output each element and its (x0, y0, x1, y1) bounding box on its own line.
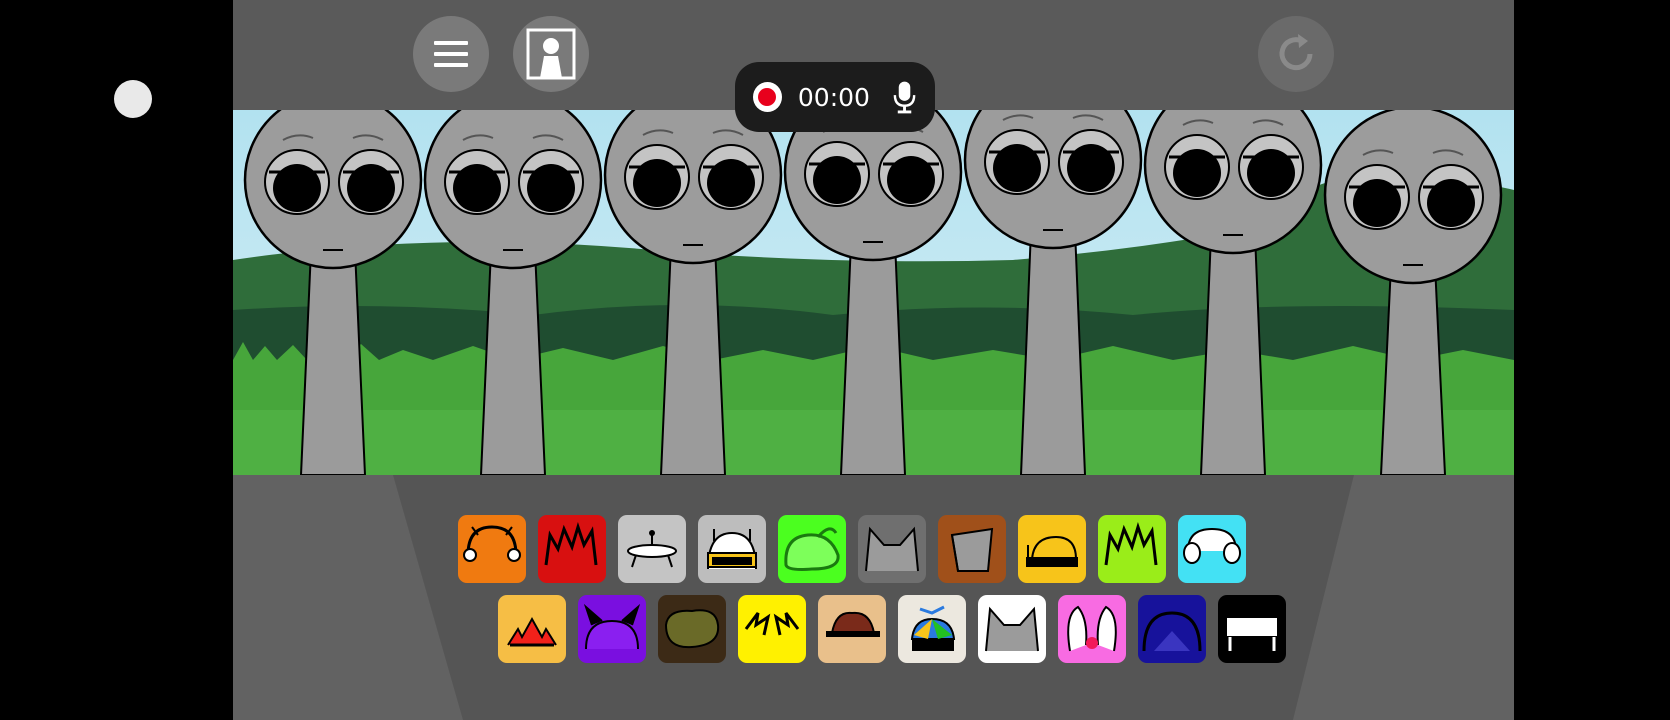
bucket-icon (950, 527, 994, 572)
spiky-hair-icon (1104, 522, 1158, 566)
sound-icon-cyan-earmuffs[interactable] (1178, 515, 1246, 583)
ufo-icon (627, 530, 677, 568)
sound-icon-olive-blob[interactable] (658, 595, 726, 663)
slime-icon (784, 527, 840, 571)
sound-icon-purple-horns[interactable] (578, 595, 646, 663)
sun-hat-icon (507, 616, 557, 647)
icon-row-1 (458, 515, 1246, 583)
horns-icon (583, 603, 641, 650)
side-indicator-dot[interactable] (114, 80, 152, 118)
microphone-icon[interactable] (892, 80, 917, 114)
lightning-icon (744, 612, 800, 636)
cat-ears-icon (985, 606, 1039, 652)
robot-visor-icon (707, 529, 757, 570)
sound-icon-pink-bunny[interactable] (1058, 595, 1126, 663)
sound-icon-white-cat[interactable] (978, 595, 1046, 663)
sound-icon-tray (458, 515, 1288, 675)
bunny-ears-icon (1067, 605, 1117, 652)
portrait-icon (526, 28, 576, 80)
sound-icon-yellow-cap[interactable] (1018, 515, 1086, 583)
reset-button[interactable] (1258, 16, 1334, 92)
icon-row-2 (498, 595, 1286, 663)
spiky-hair-icon (544, 522, 598, 566)
cap-icon (1026, 535, 1078, 567)
recording-time: 00:00 (797, 82, 870, 112)
sound-icon-red-spiky[interactable] (538, 515, 606, 583)
sound-icon-brown-bucket[interactable] (938, 515, 1006, 583)
hamburger-menu-icon (434, 41, 468, 67)
sound-icon-green-slime[interactable] (778, 515, 846, 583)
sound-icon-yellow-sun[interactable] (498, 595, 566, 663)
fedora-icon (826, 611, 880, 637)
sound-icon-black-bench[interactable] (1218, 595, 1286, 663)
dome-icon (1142, 611, 1202, 652)
sound-icon-propeller-cap[interactable] (898, 595, 966, 663)
cat-ears-icon (865, 526, 919, 572)
earmuffs-icon (1183, 527, 1241, 564)
screen: 00:00 (0, 0, 1670, 720)
record-icon[interactable] (753, 82, 782, 112)
sound-icon-tan-hat[interactable] (818, 595, 886, 663)
stage-scene (233, 110, 1514, 475)
menu-button[interactable] (413, 16, 489, 92)
recording-pill[interactable]: 00:00 (735, 62, 935, 132)
sound-icon-grey-robot[interactable] (698, 515, 766, 583)
bench-icon (1225, 616, 1279, 651)
game-area: 00:00 (233, 0, 1514, 720)
sound-icon-lime-spiky[interactable] (1098, 515, 1166, 583)
sound-icon-navy-dome[interactable] (1138, 595, 1206, 663)
blob-hair-icon (664, 609, 720, 649)
reload-icon (1279, 34, 1313, 71)
headphones-icon (463, 525, 521, 562)
propeller-cap-icon (910, 605, 956, 651)
sound-icon-grey-cat-ears[interactable] (858, 515, 926, 583)
sound-icon-grey-ufo[interactable] (618, 515, 686, 583)
sound-icon-yellow-lightning[interactable] (738, 595, 806, 663)
sound-icon-orange-headphones[interactable] (458, 515, 526, 583)
character-button[interactable] (513, 16, 589, 92)
